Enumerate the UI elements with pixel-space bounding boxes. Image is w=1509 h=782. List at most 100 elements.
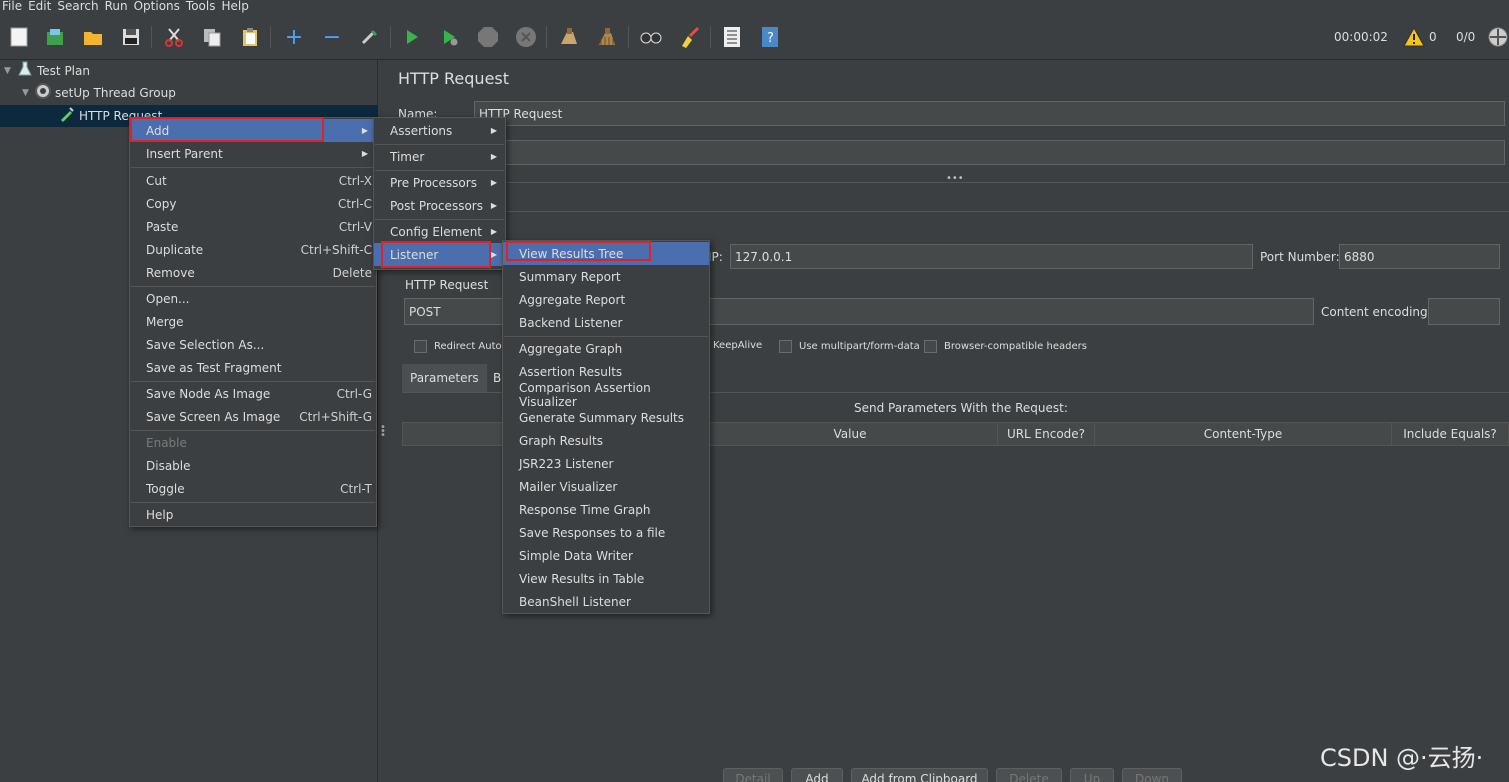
- menu-item-simple-data-writer[interactable]: Simple Data Writer: [503, 544, 709, 567]
- up-button[interactable]: Up: [1070, 768, 1114, 782]
- keepalive-label: KeepAlive: [713, 340, 763, 351]
- collapse-handle[interactable]: •••: [946, 173, 964, 184]
- menu-item-assertions[interactable]: Assertions ▶: [374, 119, 505, 142]
- add-button[interactable]: Add: [791, 768, 843, 782]
- checkbox-box[interactable]: [779, 340, 792, 353]
- menu-options[interactable]: Options: [131, 0, 183, 14]
- menu-item-save-screen-image[interactable]: Save Screen As Image Ctrl+Shift-G: [130, 405, 376, 428]
- tree-node-thread-group[interactable]: ▼ setUp Thread Group: [22, 82, 176, 104]
- search-icon[interactable]: [639, 25, 663, 49]
- menu-item-save-test-fragment[interactable]: Save as Test Fragment: [130, 356, 376, 379]
- menu-item-response-time-graph[interactable]: Response Time Graph: [503, 498, 709, 521]
- menu-item-listener[interactable]: Listener ▶: [374, 243, 505, 266]
- svg-text:?: ?: [767, 31, 774, 46]
- menu-item-disable[interactable]: Disable: [130, 454, 376, 477]
- port-field[interactable]: 6880: [1339, 244, 1500, 269]
- clear-icon[interactable]: [557, 25, 581, 49]
- redirect-checkbox[interactable]: Redirect Autor: [414, 340, 506, 353]
- menu-item-insert-parent[interactable]: Insert Parent ▶: [130, 142, 376, 165]
- column-content-type[interactable]: Content-Type: [1095, 423, 1392, 445]
- menu-item-pre-processors[interactable]: Pre Processors ▶: [374, 171, 505, 194]
- menu-file[interactable]: File: [0, 0, 25, 14]
- content-encoding-field[interactable]: [1428, 298, 1500, 325]
- tab-body[interactable]: B: [493, 371, 501, 385]
- comments-field[interactable]: [474, 140, 1505, 165]
- menu-item-comparison-assertion-visualizer[interactable]: Comparison Assertion Visualizer: [503, 381, 709, 409]
- menu-item-open[interactable]: Open...: [130, 287, 376, 310]
- menu-item-timer[interactable]: Timer ▶: [374, 145, 505, 168]
- column-value[interactable]: Value: [703, 423, 998, 445]
- add-from-clipboard-button[interactable]: Add from Clipboard: [851, 768, 988, 782]
- keepalive-checkbox[interactable]: KeepAlive: [713, 340, 762, 351]
- menu-item-beanshell-listener[interactable]: BeanShell Listener: [503, 590, 709, 613]
- expand-arrow-icon[interactable]: ▼: [4, 66, 16, 76]
- expand-icon[interactable]: +: [282, 25, 306, 50]
- collapse-icon[interactable]: −: [320, 25, 344, 50]
- reset-search-icon[interactable]: [677, 25, 701, 49]
- server-ip-field[interactable]: 127.0.0.1: [730, 244, 1253, 269]
- pipette-icon: [58, 106, 76, 126]
- browser-headers-checkbox[interactable]: Browser-compatible headers: [924, 340, 1087, 353]
- paste-icon[interactable]: [238, 25, 262, 49]
- menu-item-save-responses[interactable]: Save Responses to a file: [503, 521, 709, 544]
- menu-item-summary-report[interactable]: Summary Report: [503, 265, 709, 288]
- checkbox-box[interactable]: [414, 340, 427, 353]
- menu-edit[interactable]: Edit: [25, 0, 54, 14]
- down-button[interactable]: Down: [1122, 768, 1182, 782]
- menu-item-save-node-image[interactable]: Save Node As Image Ctrl-G: [130, 382, 376, 405]
- help-icon[interactable]: ?: [758, 25, 782, 49]
- function-helper-icon[interactable]: [720, 25, 744, 49]
- toolbar: + − ? 00:00:02 0 0/0: [0, 14, 1509, 60]
- menu-item-cut[interactable]: Cut Ctrl-X: [130, 169, 376, 192]
- start-no-pause-icon[interactable]: [438, 25, 462, 49]
- remote-icon[interactable]: [1486, 25, 1509, 49]
- menu-item-jsr223-listener[interactable]: JSR223 Listener: [503, 452, 709, 475]
- column-url-encode[interactable]: URL Encode?: [998, 423, 1095, 445]
- stop-icon[interactable]: [476, 25, 500, 49]
- menu-item-post-processors[interactable]: Post Processors ▶: [374, 194, 505, 217]
- menu-item-remove[interactable]: Remove Delete: [130, 261, 376, 284]
- menu-item-generate-summary-results[interactable]: Generate Summary Results: [503, 406, 709, 429]
- multipart-label: Use multipart/form-data: [799, 341, 920, 352]
- menu-item-paste[interactable]: Paste Ctrl-V: [130, 215, 376, 238]
- tree-node-test-plan[interactable]: ▼ Test Plan: [4, 60, 90, 82]
- menu-search[interactable]: Search: [54, 0, 101, 14]
- menu-item-duplicate[interactable]: Duplicate Ctrl+Shift-C: [130, 238, 376, 261]
- multipart-checkbox[interactable]: Use multipart/form-data: [779, 340, 920, 353]
- save-icon[interactable]: [119, 25, 143, 49]
- delete-button[interactable]: Delete: [996, 768, 1062, 782]
- menu-item-help[interactable]: Help: [130, 503, 376, 526]
- toggle-icon[interactable]: [358, 25, 382, 49]
- menu-item-toggle[interactable]: Toggle Ctrl-T: [130, 477, 376, 500]
- menu-item-backend-listener[interactable]: Backend Listener: [503, 311, 709, 334]
- name-field[interactable]: HTTP Request: [474, 101, 1505, 126]
- start-icon[interactable]: [400, 25, 424, 49]
- open-icon[interactable]: [81, 25, 105, 49]
- menu-item-mailer-visualizer[interactable]: Mailer Visualizer: [503, 475, 709, 498]
- menu-item-view-results-tree[interactable]: View Results Tree: [503, 242, 709, 265]
- column-include-equals[interactable]: Include Equals?: [1392, 423, 1508, 445]
- copy-icon[interactable]: [200, 25, 224, 49]
- menu-item-merge[interactable]: Merge: [130, 310, 376, 333]
- warning-icon[interactable]: [1402, 25, 1426, 49]
- menu-item-copy[interactable]: Copy Ctrl-C: [130, 192, 376, 215]
- menu-tools[interactable]: Tools: [183, 0, 219, 14]
- cut-icon[interactable]: [162, 25, 186, 49]
- detail-button[interactable]: Detail: [723, 768, 783, 782]
- menu-item-add[interactable]: Add ▶: [130, 119, 376, 142]
- checkbox-box[interactable]: [924, 340, 937, 353]
- menu-item-aggregate-report[interactable]: Aggregate Report: [503, 288, 709, 311]
- expand-arrow-icon[interactable]: ▼: [22, 88, 34, 98]
- clear-all-icon[interactable]: [595, 25, 619, 49]
- menu-help[interactable]: Help: [218, 0, 251, 14]
- shutdown-icon[interactable]: [514, 25, 538, 49]
- menu-run[interactable]: Run: [102, 0, 131, 14]
- menu-item-graph-results[interactable]: Graph Results: [503, 429, 709, 452]
- menu-item-aggregate-graph[interactable]: Aggregate Graph: [503, 337, 709, 360]
- tab-parameters[interactable]: Parameters: [402, 364, 487, 392]
- menu-item-save-selection[interactable]: Save Selection As...: [130, 333, 376, 356]
- templates-icon[interactable]: [43, 25, 67, 49]
- new-icon[interactable]: [7, 25, 31, 49]
- menu-item-view-results-table[interactable]: View Results in Table: [503, 567, 709, 590]
- menu-item-config-element[interactable]: Config Element ▶: [374, 220, 505, 243]
